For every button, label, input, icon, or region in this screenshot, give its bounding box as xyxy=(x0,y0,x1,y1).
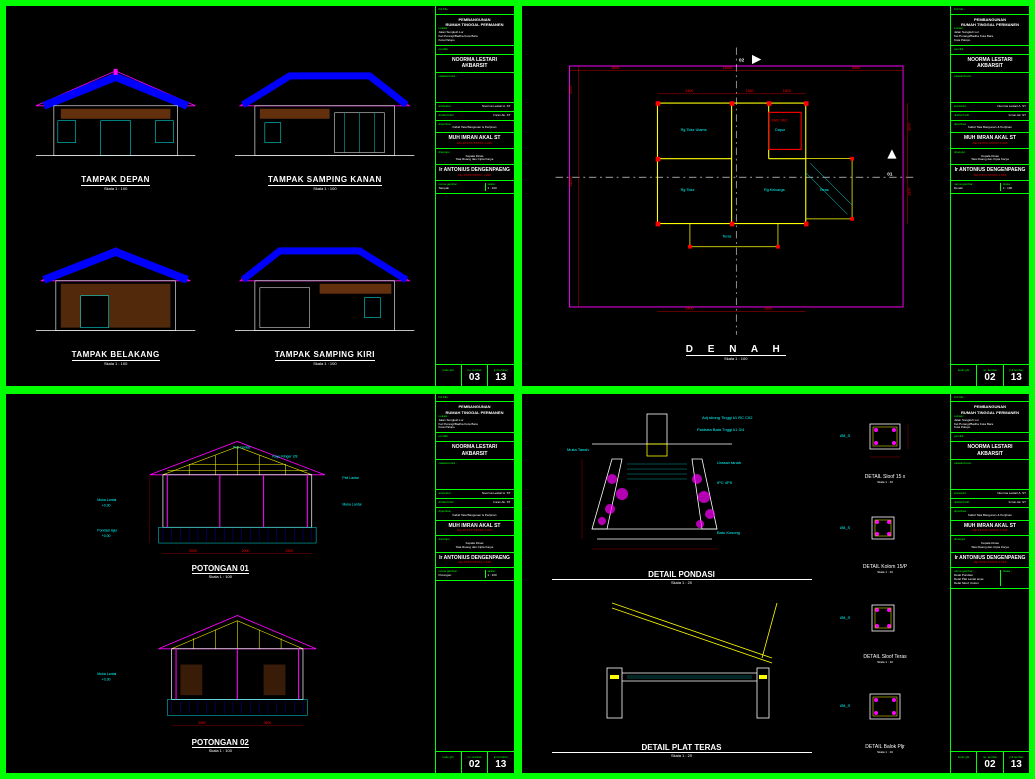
svg-text:2000: 2000 xyxy=(569,86,573,94)
elev-scale: Skala 1 : 100 xyxy=(104,186,127,191)
detail-sloof-1: Ø8_S DETAIL Sloof 15 x Skala 1 : 10 xyxy=(830,409,940,489)
svg-text:3500: 3500 xyxy=(264,721,272,725)
svg-text:Ø8_S: Ø8_S xyxy=(840,615,851,620)
svg-text:Puit Gantar: Puit Gantar xyxy=(233,445,252,449)
title-block-2: Kd File : PEMBANGUNANRUMAH TINGGAL PERMA… xyxy=(951,6,1029,386)
drawing-area-plan: 02 01 xyxy=(522,6,952,386)
svg-text:Adj strong Tinggi k1 RC C02: Adj strong Tinggi k1 RC C02 xyxy=(702,415,753,420)
view-tampak-depan: TAMPAK DEPAN Skala 1 : 100 xyxy=(16,26,215,191)
svg-text:01: 01 xyxy=(887,171,893,176)
svg-text:Peil Lantai: Peil Lantai xyxy=(343,476,360,480)
title-block-3: Kd File : PEMBANGUNANRUMAH TINGGAL PERMA… xyxy=(436,394,514,774)
svg-text:Ø8_S: Ø8_S xyxy=(840,525,851,530)
svg-text:3400: 3400 xyxy=(685,89,693,93)
drawing-area-details: Adj strong Tinggi k1 RC C02 Pasbata Bata… xyxy=(522,394,952,774)
svg-text:Muka Tanah: Muka Tanah xyxy=(567,447,589,452)
svg-text:Muka Lantai: Muka Lantai xyxy=(98,672,117,676)
svg-text:Teras: Teras xyxy=(819,188,828,192)
detail-kolom: Ø8_S DETAIL Kolom 15/P Skala 1 : 10 xyxy=(830,499,940,579)
sheet-sections: Muka Lantai+0.30Pondasi lajur+0.00Peil L… xyxy=(4,392,516,776)
svg-text:Rg.Keluarga: Rg.Keluarga xyxy=(764,188,785,192)
svg-text:3000: 3000 xyxy=(907,123,911,131)
sheet-elevations: TAMPAK DEPAN Skala 1 : 100 xyxy=(4,4,516,388)
plan-scale: Skala 1 : 100 xyxy=(686,356,786,361)
view-potongan-01: Muka Lantai+0.30Pondasi lajur+0.00Peil L… xyxy=(16,414,425,580)
svg-text:IPC 4PS: IPC 4PS xyxy=(717,480,733,485)
svg-text:Teras: Teras xyxy=(722,234,731,238)
svg-text:Urasan tanah: Urasan tanah xyxy=(717,460,741,465)
svg-text:4500: 4500 xyxy=(611,66,619,70)
detail-sloof-teras: Ø8_S DETAIL Sloof Teras Skala 1 : 10 xyxy=(830,589,940,669)
svg-text:11000: 11000 xyxy=(722,66,732,70)
detail-title: DETAIL PONDASI xyxy=(552,570,812,580)
svg-text:3400: 3400 xyxy=(198,721,206,725)
svg-text:KMC IWC: KMC IWC xyxy=(771,119,788,123)
svg-text:1500: 1500 xyxy=(745,89,753,93)
drawing-area-elevations: TAMPAK DEPAN Skala 1 : 100 xyxy=(6,6,436,386)
view-tampak-kanan: TAMPAK SAMPING KANAN Skala 1 : 100 xyxy=(225,26,424,191)
svg-text:Ø8_S: Ø8_S xyxy=(840,433,851,438)
svg-text:3500: 3500 xyxy=(764,307,772,311)
view-tampak-belakang: TAMPAK BELAKANG Skala 1 : 100 xyxy=(16,201,215,366)
svg-text:+0.00: +0.00 xyxy=(102,534,111,538)
sec-title: POTONGAN 01 xyxy=(192,564,249,574)
svg-text:02: 02 xyxy=(739,57,745,62)
svg-text:Pondasi lajur: Pondasi lajur xyxy=(98,529,119,533)
sec-title: POTONGAN 02 xyxy=(192,738,249,748)
svg-text:11000: 11000 xyxy=(569,176,573,186)
elev-title: TAMPAK DEPAN xyxy=(81,175,150,186)
svg-text:Muka Lantai: Muka Lantai xyxy=(343,502,362,506)
drawing-area-sections: Muka Lantai+0.30Pondasi lajur+0.00Peil L… xyxy=(6,394,436,774)
view-potongan-02: Muka Lantai+0.30 34003500 POTONGAN 02 Sk… xyxy=(16,587,425,753)
svg-text:+0.30: +0.30 xyxy=(102,503,111,507)
svg-text:2000: 2000 xyxy=(242,549,250,553)
elev-scale: Skala 1 : 100 xyxy=(313,186,336,191)
cad-sheet-layout: TAMPAK DEPAN Skala 1 : 100 xyxy=(0,0,1035,779)
svg-text:Ø8_S: Ø8_S xyxy=(840,703,851,708)
elev-title: TAMPAK SAMPING KIRI xyxy=(275,350,375,361)
svg-text:Muka Lantai: Muka Lantai xyxy=(98,498,117,502)
title-block-4: Kd File : PEMBANGUNANRUMAH TINGGAL PERMA… xyxy=(951,394,1029,774)
detail-balok-plat: Ø8_S DETAIL Balok Pljr Skala 1 : 10 xyxy=(830,679,940,759)
svg-text:Rg.Tidur: Rg.Tidur xyxy=(680,188,695,192)
detail-title: DETAIL PLAT TERAS xyxy=(552,743,812,753)
sheet-floorplan: 02 01 xyxy=(520,4,1032,388)
view-tampak-kiri: TAMPAK SAMPING KIRI Skala 1 : 100 xyxy=(225,201,424,366)
svg-text:3300: 3300 xyxy=(286,549,294,553)
elev-scale: Skala 1 : 100 xyxy=(313,361,336,366)
elev-scale: Skala 1 : 100 xyxy=(104,361,127,366)
svg-text:Dapur: Dapur xyxy=(775,128,786,132)
detail-plat-teras xyxy=(552,593,812,738)
plan-title: D E N A H xyxy=(686,344,786,356)
svg-text:1800: 1800 xyxy=(782,89,790,93)
svg-text:3400: 3400 xyxy=(685,307,693,311)
svg-text:Pasbata Bata Tnggi k1 3/4: Pasbata Bata Tnggi k1 3/4 xyxy=(697,427,745,432)
svg-text:6000: 6000 xyxy=(852,66,860,70)
svg-text:Batu Kosong: Batu Kosong xyxy=(717,530,740,535)
svg-text:3300: 3300 xyxy=(907,188,911,196)
elev-title: TAMPAK SAMPING KANAN xyxy=(268,175,382,186)
title-block-1: Kd File : PEMBANGUNANRUMAH TINGGAL PERMA… xyxy=(436,6,514,386)
detail-pondasi: Adj strong Tinggi k1 RC C02 Pasbata Bata… xyxy=(552,409,812,569)
svg-text:Rg.Tidur Utama: Rg.Tidur Utama xyxy=(680,128,707,132)
elev-title: TAMPAK BELAKANG xyxy=(72,350,160,361)
svg-text:+0.30: +0.30 xyxy=(102,677,111,681)
sheet-details: Adj strong Tinggi k1 RC C02 Pasbata Bata… xyxy=(520,392,1032,776)
svg-text:Kayu Ringer 2/8: Kayu Ringer 2/8 xyxy=(273,454,298,458)
svg-text:3000: 3000 xyxy=(190,549,198,553)
